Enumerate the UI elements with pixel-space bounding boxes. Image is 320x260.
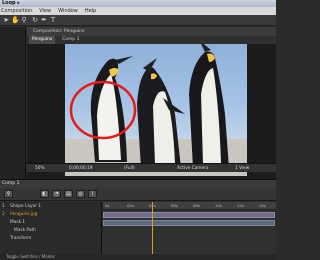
status-bar[interactable]: Toggle Switches / Modes bbox=[0, 254, 276, 260]
ruler-tick: 06s bbox=[171, 203, 178, 208]
text-tool-icon[interactable]: T bbox=[49, 16, 57, 24]
timeline-tracks[interactable]: 0s 02s 04s 06s 08s 10s 12s 14s bbox=[103, 202, 276, 255]
ruler-tick: 0s bbox=[105, 203, 110, 208]
draft-3d-icon[interactable]: ◧ bbox=[40, 190, 49, 198]
composition-panel-header[interactable]: Composition: Penguins bbox=[27, 27, 276, 36]
menu-window[interactable]: Window bbox=[58, 7, 78, 15]
property-row[interactable]: Mask Path bbox=[14, 228, 116, 234]
titlebar: Loop ▸ bbox=[0, 0, 276, 7]
app-title: Loop ▸ bbox=[2, 0, 20, 6]
shy-icon[interactable]: ◔ bbox=[52, 190, 61, 198]
timeline-tab[interactable]: Comp 1 bbox=[0, 180, 276, 188]
layer-duration-bar[interactable] bbox=[103, 212, 275, 218]
views-select[interactable]: 1 View bbox=[235, 164, 249, 173]
hand-tool-icon[interactable]: ✋ bbox=[11, 16, 20, 24]
after-effects-window: Loop ▸ Composition View Window Help ➤ ✋ … bbox=[0, 0, 276, 260]
resolution-select[interactable]: (Full) bbox=[124, 164, 135, 173]
graph-editor-icon[interactable]: ⌇ bbox=[88, 190, 97, 198]
layer-name: Penguins.jpg bbox=[10, 212, 38, 217]
property-row[interactable]: Transform bbox=[10, 236, 112, 242]
timeline-panel: Comp 1 ⚲ ◧ ◔ ▤ ◎ ⌇ 1 Shape Layer 1 2 Pen… bbox=[0, 179, 276, 260]
ruler-tick: 10s bbox=[215, 203, 222, 208]
menu-bar: Composition View Window Help bbox=[0, 7, 276, 15]
timeline-controls: ⚲ ◧ ◔ ▤ ◎ ⌇ bbox=[0, 188, 276, 201]
viewer-controls: 50% 0;00;00;19 (Full) Active Camera 1 Vi… bbox=[27, 163, 276, 172]
ruler-tick: 08s bbox=[193, 203, 200, 208]
menu-help[interactable]: Help bbox=[85, 7, 96, 15]
tab-comp-1[interactable]: Comp 1 bbox=[59, 36, 82, 44]
motion-blur-icon[interactable]: ◎ bbox=[76, 190, 85, 198]
layer-duration-bar[interactable] bbox=[103, 220, 275, 226]
time-ruler[interactable]: 0s 02s 04s 06s 08s 10s 12s 14s bbox=[103, 202, 276, 210]
rotate-tool-icon[interactable]: ↻ bbox=[31, 16, 39, 24]
ruler-tick: 14s bbox=[259, 203, 266, 208]
menu-view[interactable]: View bbox=[39, 7, 51, 15]
penguins-image bbox=[65, 44, 247, 176]
tab-penguins[interactable]: Penguins bbox=[29, 36, 56, 44]
pen-tool-icon[interactable]: ✒ bbox=[40, 16, 48, 24]
zoom-select[interactable]: 50% bbox=[35, 164, 45, 173]
search-icon[interactable]: ⚲ bbox=[4, 190, 13, 198]
zoom-tool-icon[interactable]: ⚲ bbox=[20, 16, 28, 24]
layer-number: 2 bbox=[2, 212, 5, 217]
layer-row[interactable]: 2 Penguins.jpg bbox=[2, 212, 104, 218]
ruler-tick: 12s bbox=[237, 203, 244, 208]
project-panel bbox=[0, 27, 26, 179]
property-row[interactable]: Mask 1 bbox=[10, 220, 112, 226]
composition-panel: Composition: Penguins Penguins Comp 1 bbox=[27, 27, 276, 179]
composition-viewer[interactable] bbox=[65, 44, 247, 176]
camera-select[interactable]: Active Camera bbox=[177, 164, 209, 173]
composition-tabs: Penguins Comp 1 bbox=[27, 36, 276, 44]
selection-tool-icon[interactable]: ➤ bbox=[2, 16, 10, 24]
layer-list: 1 Shape Layer 1 2 Penguins.jpg Mask 1 Ma… bbox=[0, 202, 102, 255]
menu-composition[interactable]: Composition bbox=[1, 7, 32, 15]
layer-number: 1 bbox=[2, 204, 5, 209]
frame-blending-icon[interactable]: ▤ bbox=[64, 190, 73, 198]
tools-panel: ➤ ✋ ⚲ ↻ ✒ T Workspace: Standard bbox=[0, 15, 276, 39]
current-time[interactable]: 0;00;00;19 bbox=[69, 164, 92, 173]
ruler-tick: 02s bbox=[127, 203, 134, 208]
current-time-indicator[interactable] bbox=[152, 202, 153, 255]
layer-name: Shape Layer 1 bbox=[10, 204, 42, 209]
layer-row[interactable]: 1 Shape Layer 1 bbox=[2, 204, 104, 210]
